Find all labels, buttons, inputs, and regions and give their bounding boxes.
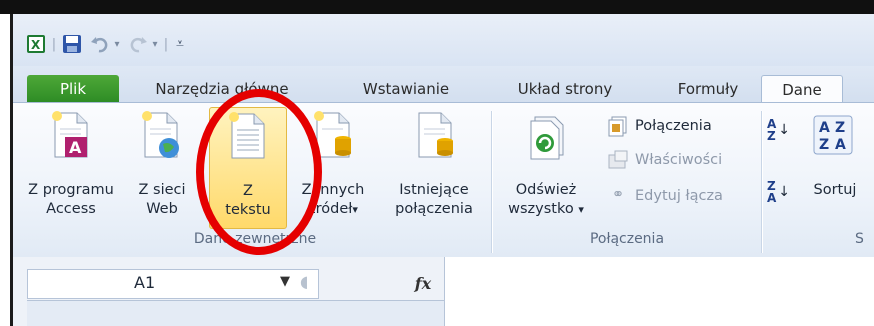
insert-function-button[interactable]: fx <box>407 269 439 297</box>
formula-bar-splitter-icon[interactable]: ◖ <box>300 272 308 291</box>
svg-text:A: A <box>835 137 846 153</box>
dropdown-arrow-icon: ▾ <box>578 203 584 216</box>
existing-connections-button[interactable]: Istniejące połączenia <box>381 111 487 223</box>
group-label-sort: S <box>855 231 864 247</box>
group-separator <box>761 111 762 253</box>
edit-links-button[interactable]: ⚭ Edytuj łącza <box>607 183 723 209</box>
sort-za-icon: ZA <box>767 179 777 205</box>
qat-separator: | <box>163 36 169 52</box>
properties-icon <box>607 149 629 171</box>
properties-button[interactable]: Właściwości <box>607 147 722 173</box>
web-doc-icon <box>141 111 181 165</box>
redo-dropdown-icon[interactable]: ▾ <box>149 32 161 56</box>
svg-text:X: X <box>31 38 41 52</box>
tab-page-layout[interactable]: Układ strony <box>495 75 635 102</box>
properties-label: Właściwości <box>635 152 723 168</box>
undo-dropdown-icon[interactable]: ▾ <box>111 32 123 56</box>
name-box-dropdown-icon[interactable]: ▼ <box>280 274 290 289</box>
access-doc-icon: A <box>51 111 91 165</box>
existing-label-2: połączenia <box>395 201 473 217</box>
sort-az-button[interactable]: A Z ↓ <box>767 117 790 143</box>
annotation-circle <box>196 89 322 255</box>
sheet-corner-area <box>27 300 444 326</box>
svg-text:A: A <box>69 138 82 157</box>
chain-link-icon: ⚭ <box>611 185 625 203</box>
screenshot-frame: X | ▾ ▾ | ⩡ Plik Narzędzia główne Wstawi… <box>0 0 874 326</box>
existing-connections-icon <box>415 111 455 165</box>
ribbon-data: A Z programu Access Z sieci Web Z tekstu <box>13 102 874 258</box>
quick-access-toolbar: X | ▾ ▾ | ⩡ <box>13 14 874 66</box>
connections-icon <box>607 115 629 137</box>
sort-dialog-icon: AZZA <box>813 115 853 161</box>
refresh-icon <box>527 115 567 167</box>
name-box-value: A1 <box>134 273 156 292</box>
from-access-label-2: Access <box>46 201 96 217</box>
window-top-edge <box>0 0 874 14</box>
excel-window: X | ▾ ▾ | ⩡ Plik Narzędzia główne Wstawi… <box>10 14 874 326</box>
sort-button[interactable]: AZZA Sortuj <box>803 111 867 223</box>
from-web-label-2: Web <box>146 201 178 217</box>
qat-separator: | <box>51 36 57 52</box>
save-icon[interactable] <box>61 32 83 56</box>
dropdown-arrow-icon: ▾ <box>352 203 358 216</box>
svg-text:Z: Z <box>819 137 829 153</box>
formula-input[interactable] <box>444 257 874 326</box>
from-web-label-1: Z sieci <box>138 182 186 198</box>
ribbon-tabs: Plik Narzędzia główne Wstawianie Układ s… <box>13 66 874 103</box>
tab-formulas[interactable]: Formuły <box>665 75 751 102</box>
group-label-connections: Połączenia <box>589 231 665 247</box>
edit-links-label: Edytuj łącza <box>635 188 723 204</box>
down-arrow-icon: ↓ <box>778 184 791 200</box>
svg-text:A: A <box>819 120 830 136</box>
from-web-button[interactable]: Z sieci Web <box>125 111 199 223</box>
tab-file[interactable]: Plik <box>27 75 119 102</box>
undo-icon[interactable] <box>89 32 111 56</box>
tab-insert[interactable]: Wstawianie <box>347 75 465 102</box>
from-access-button[interactable]: A Z programu Access <box>23 111 119 223</box>
customize-qat-icon[interactable]: ⩡ <box>171 32 189 56</box>
sort-za-button[interactable]: Z A ↓ <box>767 179 790 205</box>
refresh-all-button[interactable]: Odśwież wszystko ▾ <box>497 111 595 223</box>
connections-label: Połączenia <box>635 118 712 134</box>
from-access-label-1: Z programu <box>28 182 114 198</box>
refresh-label-1: Odśwież <box>515 182 577 198</box>
existing-label-1: Istniejące <box>399 182 469 198</box>
group-separator <box>491 111 492 253</box>
excel-icon[interactable]: X <box>25 32 47 56</box>
down-arrow-icon: ↓ <box>778 122 791 138</box>
refresh-label-2: wszystko ▾ <box>508 201 584 217</box>
redo-icon[interactable] <box>127 32 149 56</box>
connections-button[interactable]: Połączenia <box>607 113 712 139</box>
sort-az-icon: AZ <box>767 117 777 143</box>
sort-label: Sortuj <box>813 182 857 198</box>
svg-text:Z: Z <box>835 120 845 136</box>
name-box[interactable]: A1 ▼ ◖ <box>27 269 319 299</box>
tab-data[interactable]: Dane <box>761 75 843 103</box>
